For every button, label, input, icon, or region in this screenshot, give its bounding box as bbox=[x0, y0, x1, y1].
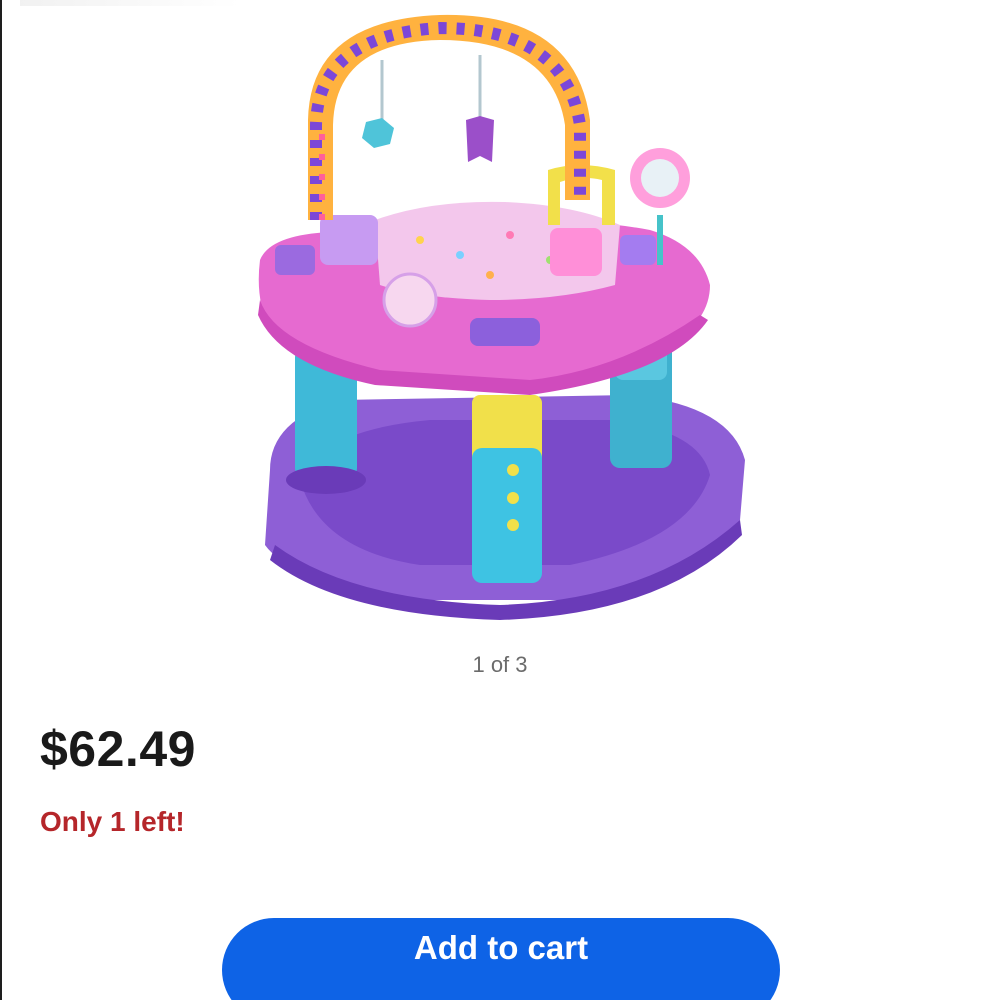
product-price: $62.49 bbox=[40, 721, 196, 777]
product-illustration bbox=[258, 14, 745, 620]
image-counter: 1 of 3 bbox=[472, 652, 528, 677]
frame-edge bbox=[0, 0, 2, 1000]
stock-badge: Only 1 left! bbox=[40, 806, 185, 837]
add-to-cart-label: Add to cart bbox=[413, 929, 589, 966]
add-to-cart-button[interactable]: Add to cart bbox=[222, 918, 780, 1000]
top-fade bbox=[20, 0, 240, 6]
product-image[interactable] bbox=[230, 0, 770, 630]
